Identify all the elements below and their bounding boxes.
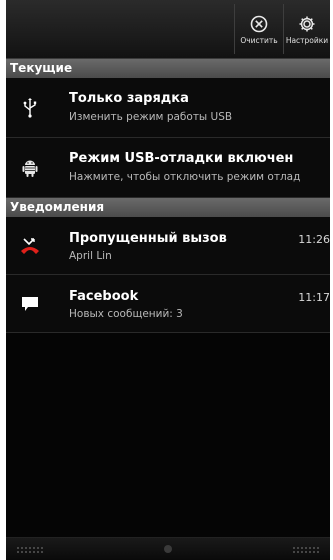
panel-drag-handle[interactable] <box>6 537 330 560</box>
notification-missed-call[interactable]: Пропущенный вызов April Lin 11:26 <box>6 217 330 275</box>
gear-icon <box>299 16 315 32</box>
notification-title: Пропущенный вызов <box>69 231 227 246</box>
notification-panel: Очистить Настройки Текущие Только зарядк… <box>6 0 330 560</box>
section-header-notifications: Уведомления <box>6 198 330 217</box>
notification-title: Режим USB-отладки включен <box>69 151 294 166</box>
notification-time: 11:17 <box>298 291 330 304</box>
notification-subtitle: April Lin <box>69 250 112 262</box>
notification-subtitle: Новых сообщений: 3 <box>69 308 183 320</box>
notification-toolbar: Очистить Настройки <box>6 0 330 59</box>
missed-call-icon <box>18 234 42 258</box>
notification-time: 11:26 <box>298 233 330 246</box>
message-icon <box>18 292 42 316</box>
android-debug-icon <box>18 156 42 180</box>
notification-usb-debugging[interactable]: Режим USB-отладки включен Нажмите, чтобы… <box>6 138 330 198</box>
settings-label: Настройки <box>285 36 329 45</box>
grip-dots-left <box>16 546 44 554</box>
notification-subtitle: Нажмите, чтобы отключить режим отлад <box>69 171 301 183</box>
notification-usb-charging[interactable]: Только зарядка Изменить режим работы USB <box>6 78 330 138</box>
notification-title: Только зарядка <box>69 91 189 106</box>
clear-button[interactable]: Очистить <box>235 0 283 58</box>
handle-dot <box>164 545 172 553</box>
notification-title: Facebook <box>69 289 139 304</box>
usb-icon <box>18 96 42 120</box>
notification-facebook[interactable]: Facebook Новых сообщений: 3 11:17 <box>6 275 330 333</box>
grip-dots-right <box>292 546 320 554</box>
clear-x-circle-icon <box>250 15 268 33</box>
notification-subtitle: Изменить режим работы USB <box>69 111 233 123</box>
section-header-ongoing: Текущие <box>6 59 330 78</box>
settings-button[interactable]: Настройки <box>284 0 330 58</box>
clear-label: Очистить <box>240 36 278 45</box>
